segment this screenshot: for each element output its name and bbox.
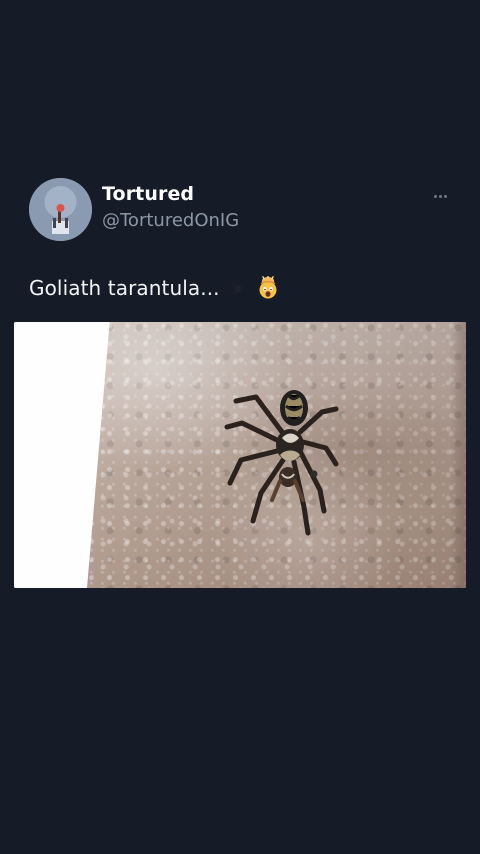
more-dot-icon xyxy=(433,194,437,198)
tweet-text-row: Goliath tarantula... xyxy=(29,276,280,300)
spider-image xyxy=(224,390,339,536)
user-handle[interactable]: @TorturedOnIG xyxy=(102,210,239,231)
avatar-image xyxy=(29,178,92,241)
app-screen: Tortured @TorturedOnIG Goliath tarantula… xyxy=(0,0,480,854)
tweet-media[interactable] xyxy=(14,322,466,588)
display-name[interactable]: Tortured xyxy=(102,183,194,205)
avatar[interactable] xyxy=(29,178,92,241)
more-dot-icon xyxy=(438,194,442,198)
more-options-button[interactable] xyxy=(428,188,452,204)
spider-icon xyxy=(232,284,244,295)
tweet-text: Goliath tarantula... xyxy=(29,276,220,300)
more-dot-icon xyxy=(443,194,447,198)
exploding-head-emoji xyxy=(259,276,277,299)
tweet-card[interactable]: Tortured @TorturedOnIG Goliath tarantula… xyxy=(0,0,480,854)
